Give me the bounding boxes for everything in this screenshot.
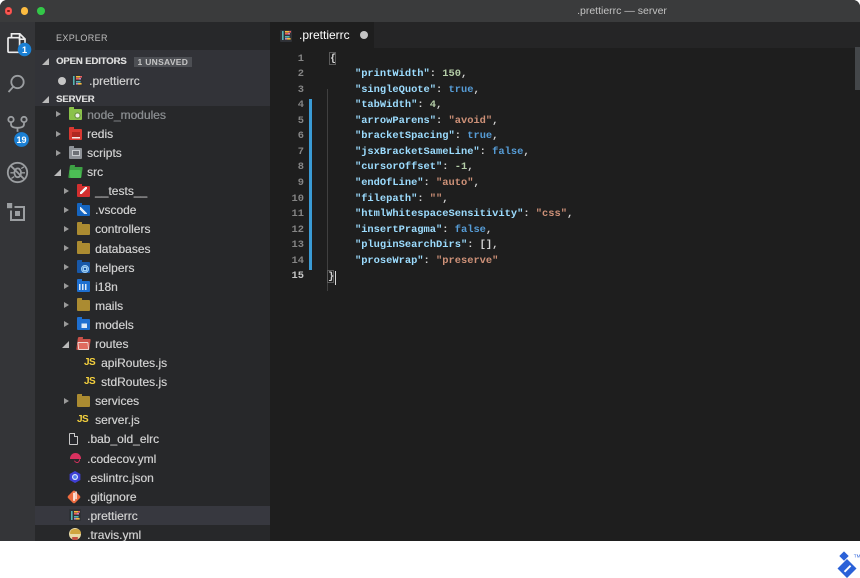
svg-text:19: 19 <box>16 135 26 145</box>
svg-text:TM: TM <box>854 554 860 559</box>
svg-text:1: 1 <box>22 45 28 56</box>
